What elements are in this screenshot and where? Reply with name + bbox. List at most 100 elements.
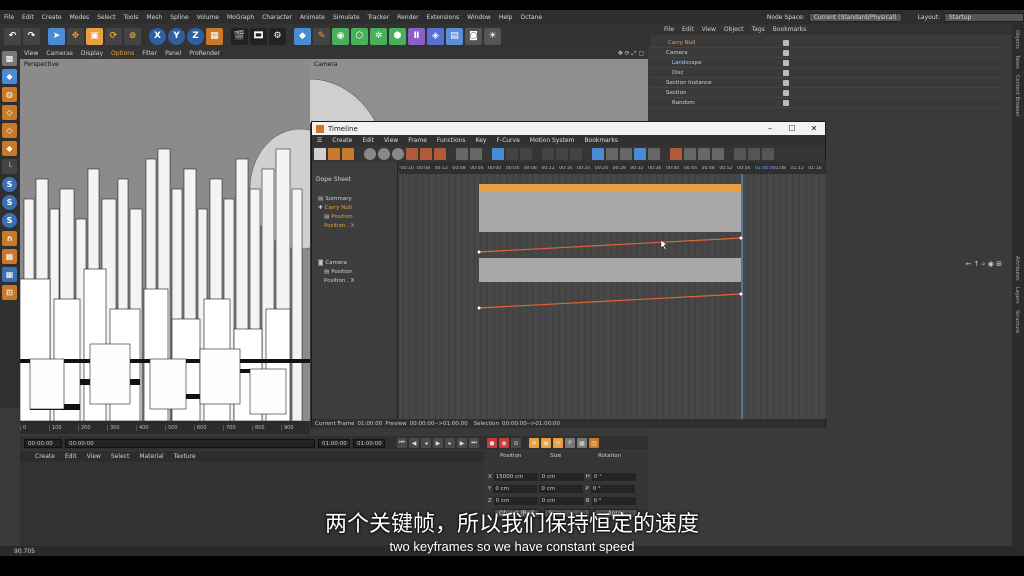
size-z-field[interactable]: 0 cm (539, 497, 584, 505)
key-position-icon[interactable]: ✥ (529, 438, 539, 448)
node-space-dropdown[interactable]: Current (Standard/Physical) (808, 12, 902, 22)
menu-edit[interactable]: Edit (18, 14, 38, 21)
viewport-nav-icons[interactable]: ✥ ⟳ ⤢ ▢ (614, 50, 648, 58)
track-carry-null[interactable]: ✚ Carry Null (318, 203, 352, 212)
pen-icon[interactable]: ✎ (313, 27, 330, 45)
material-menu-view[interactable]: View (82, 453, 106, 460)
render-picture-viewer-icon[interactable]: 🎞 (250, 27, 267, 45)
snap-s2-icon[interactable]: S (2, 195, 17, 210)
scale-icon[interactable]: ▣ (86, 27, 103, 45)
viewport-menu-cameras[interactable]: Cameras (42, 50, 77, 57)
material-menu-material[interactable]: Material (134, 453, 168, 460)
cloner-icon[interactable]: ✲ (370, 27, 387, 45)
tab-layers[interactable]: Layers (1014, 287, 1020, 304)
om-menu-object[interactable]: Object (720, 26, 748, 33)
tl-menu-motion-system[interactable]: Motion System (525, 137, 580, 144)
timeline-titlebar[interactable]: Timeline – ☐ ✕ (312, 122, 825, 135)
tab-structure[interactable]: Structure (1014, 310, 1020, 333)
material-menu-create[interactable]: Create (30, 453, 60, 460)
menu-mograph[interactable]: MoGraph (223, 14, 258, 21)
clamp-icon[interactable] (634, 148, 646, 160)
max-time-field[interactable]: 01:00:00 (353, 438, 385, 448)
undo-icon[interactable]: ↶ (4, 27, 21, 45)
record-mode-icon[interactable] (470, 148, 482, 160)
menu-modes[interactable]: Modes (66, 14, 93, 21)
light-icon[interactable]: ☀ (484, 27, 501, 45)
grid-icon[interactable]: ▦ (2, 267, 17, 282)
select-tool-icon[interactable] (492, 148, 504, 160)
minimize-icon[interactable]: – (759, 124, 781, 133)
menu-volume[interactable]: Volume (193, 14, 223, 21)
viewport-menu-display[interactable]: Display (77, 50, 107, 57)
object-row-camera[interactable]: Camera (650, 48, 1002, 58)
key-record-icon[interactable] (670, 148, 682, 160)
auto-key-icon[interactable]: ◉ (499, 438, 509, 448)
track-camera-position-x[interactable]: Position . X (324, 276, 354, 285)
om-menu-file[interactable]: File (660, 26, 678, 33)
dope-sheet-graph[interactable]: -00:16 00:08 00:12 00:08 00:04 00:00 00:04 00:0… (399, 162, 826, 419)
material-menu-select[interactable]: Select (106, 453, 135, 460)
track-carry-position[interactable]: ▤ Position (324, 212, 353, 221)
pos-z-field[interactable]: 0 cm (493, 497, 538, 505)
axis-x-button[interactable]: X (149, 27, 166, 45)
menu-tools[interactable]: Tools (120, 14, 143, 21)
om-menu-tags[interactable]: Tags (747, 26, 768, 33)
keyframe-selection-icon[interactable]: ⊙ (511, 438, 521, 448)
settings-icon[interactable] (762, 148, 774, 160)
menu-octane[interactable]: Octane (517, 14, 547, 21)
axis-mode-icon[interactable]: └ (2, 159, 17, 174)
move-icon[interactable]: ✥ (67, 27, 84, 45)
tl-menu-bookmarks[interactable]: Bookmarks (579, 137, 623, 144)
prev-key-icon[interactable]: ◀ (409, 438, 419, 448)
axis-y-button[interactable]: Y (168, 27, 185, 45)
tl-menu-create[interactable]: Create (327, 137, 357, 144)
frame-all-icon[interactable] (406, 148, 418, 160)
home-icon[interactable] (748, 148, 760, 160)
select-arrow-icon[interactable]: ➤ (48, 27, 65, 45)
object-row-landscape[interactable]: Landscape (650, 58, 1002, 68)
range-end-field[interactable]: 01:00:00 (318, 438, 350, 448)
camera-icon[interactable]: ◙ (465, 27, 482, 45)
object-row-disc[interactable]: Disc (650, 68, 1002, 78)
tab-attributes[interactable]: Attributes (1014, 256, 1020, 281)
viewport-menu-prorender[interactable]: ProRender (185, 50, 224, 57)
camera-viewport[interactable]: Camera (310, 59, 648, 123)
menu-window[interactable]: Window (463, 14, 495, 21)
om-menu-bookmarks[interactable]: Bookmarks (769, 26, 811, 33)
tab-content-browser[interactable]: Content Browser (1014, 75, 1020, 117)
tl-menu-key[interactable]: Key (471, 137, 492, 144)
tl-menu-frame[interactable]: Frame (403, 137, 432, 144)
redo-icon[interactable]: ↷ (23, 27, 40, 45)
subdivision-icon[interactable]: ◉ (332, 27, 349, 45)
fcurve-icon[interactable] (328, 148, 340, 160)
menu-simulate[interactable]: Simulate (329, 14, 364, 21)
rotate-icon[interactable]: ⟳ (105, 27, 122, 45)
lock-key-icon[interactable] (392, 148, 404, 160)
key-rotation-icon[interactable]: ⟳ (553, 438, 563, 448)
viewport-menu-filter[interactable]: Filter (138, 50, 161, 57)
key-pos-icon[interactable] (684, 148, 696, 160)
menu-mesh[interactable]: Mesh (142, 14, 166, 21)
timeline-ruler[interactable]: 0 100 200 300 400 500 600 700 800 900 (20, 421, 310, 434)
menu-help[interactable]: Help (495, 14, 517, 21)
track-camera-position[interactable]: ▤ Position (324, 267, 353, 276)
snap-s3-icon[interactable]: S (2, 213, 17, 228)
snap-key-icon[interactable] (378, 148, 390, 160)
workplane-icon[interactable]: ▦ (2, 249, 17, 264)
tab-objects[interactable]: Objects (1014, 30, 1020, 49)
deformer-icon[interactable]: Ⅱ (408, 27, 425, 45)
lock-icon[interactable]: ⊡ (2, 285, 17, 300)
render-settings-icon[interactable]: ⚙ (269, 27, 286, 45)
menu-extensions[interactable]: Extensions (423, 14, 464, 21)
viewport-menu-view[interactable]: View (20, 50, 42, 57)
hamburger-icon[interactable]: ☰ (312, 137, 327, 144)
cube-icon[interactable]: ◆ (294, 27, 311, 45)
key-rot-icon[interactable] (698, 148, 710, 160)
key-pla-icon[interactable]: ▦ (577, 438, 587, 448)
menu-select[interactable]: Select (93, 14, 120, 21)
coordinate-system-icon[interactable]: ▦ (206, 27, 223, 45)
menu-tracker[interactable]: Tracker (364, 14, 394, 21)
size-x-field[interactable]: 0 cm (539, 473, 584, 481)
tl-menu-functions[interactable]: Functions (432, 137, 471, 144)
menu-character[interactable]: Character (258, 14, 296, 21)
